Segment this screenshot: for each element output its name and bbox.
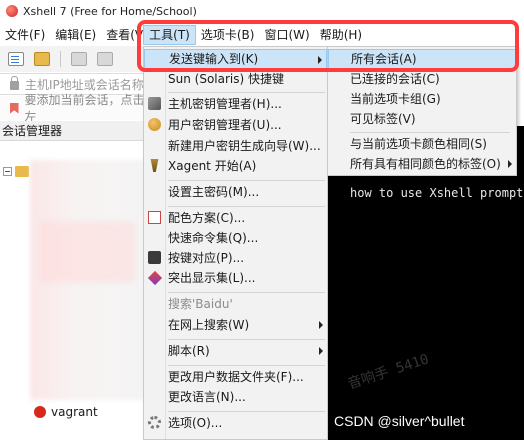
- toolbar-divider: [60, 51, 61, 67]
- menu-item-master-password[interactable]: 设置主密码(M)...: [144, 182, 327, 202]
- menu-item-label: 设置主密码(M)...: [168, 185, 260, 199]
- menu-tools[interactable]: 工具(T): [143, 25, 196, 45]
- menu-tabs[interactable]: 选项卡(B): [196, 25, 260, 45]
- highlighter-icon: [147, 270, 163, 286]
- submenu-item-connected-sessions[interactable]: 已连接的会话(C): [328, 69, 516, 89]
- user-key-icon: [148, 118, 161, 131]
- add-session-hint-bar: 要添加当前会话，点击左: [0, 93, 150, 124]
- session-item-vagrant[interactable]: vagrant: [34, 405, 98, 419]
- menu-item-options[interactable]: 选项(O)...: [144, 413, 327, 433]
- menu-item-search-web[interactable]: 在网上搜索(W): [144, 315, 327, 335]
- send-keys-submenu: 所有会话(A) 已连接的会话(C) 当前选项卡组(G) 可见标签(V) 与当前选…: [327, 46, 517, 176]
- menu-item-send-keys[interactable]: 发送键输入到(K): [144, 49, 327, 69]
- csdn-credit: CSDN @silver^bullet: [334, 413, 465, 429]
- menu-item-key-mapping[interactable]: 按键对应(P)...: [144, 248, 327, 268]
- menu-item-highlight-sets[interactable]: 突出显示集(L)...: [144, 268, 327, 288]
- menu-item-label: 在网上搜索(W): [168, 318, 250, 332]
- terminal-text: how to use Xshell prompt.: [350, 186, 524, 200]
- menu-item-quick-commands[interactable]: 快速命令集(Q)...: [144, 228, 327, 248]
- menu-item-label: 新建用户密钥生成向导(W)...: [168, 139, 321, 153]
- menu-separator: [168, 206, 325, 207]
- submenu-item-visible-tabs[interactable]: 可见标签(V): [328, 109, 516, 129]
- menu-item-host-key-manager[interactable]: 主机密钥管理者(H)...: [144, 94, 327, 114]
- submenu-arrow-icon: [318, 56, 322, 64]
- session-icon: [34, 406, 46, 418]
- copy-icon[interactable]: [97, 52, 113, 66]
- folder-icon: [15, 166, 29, 177]
- menu-item-color-scheme[interactable]: 配色方案(C)...: [144, 208, 327, 228]
- key-icon: [148, 97, 161, 110]
- open-folder-icon[interactable]: [34, 52, 50, 66]
- menu-item-label: Xagent 开始(A): [168, 159, 257, 173]
- menu-file[interactable]: 文件(F): [0, 25, 50, 45]
- menu-separator: [168, 92, 325, 93]
- menu-separator: [168, 365, 325, 366]
- menu-separator: [168, 411, 325, 412]
- collapse-icon[interactable]: [3, 167, 12, 176]
- watermark-text: 音响手 5410: [345, 351, 431, 393]
- menu-item-label: 快速命令集(Q)...: [168, 231, 259, 245]
- menu-separator: [168, 292, 325, 293]
- menu-item-search-baidu: 搜索'Baidu': [144, 294, 327, 314]
- submenu-arrow-icon: [319, 321, 323, 329]
- menu-separator: [168, 339, 325, 340]
- menu-item-label: 配色方案(C)...: [168, 211, 246, 225]
- session-manager-header: 会话管理器: [0, 121, 150, 141]
- menu-separator: [168, 180, 325, 181]
- menu-view[interactable]: 查看(V: [101, 25, 143, 45]
- menu-item-label: 脚本(R): [168, 344, 210, 358]
- color-scheme-icon: [148, 211, 161, 224]
- window-title: Xshell 7 (Free for Home/School): [23, 4, 197, 18]
- gear-icon: [148, 416, 161, 429]
- xshell-app-icon: [6, 5, 18, 17]
- menu-item-label: 主机密钥管理者(H)...: [168, 97, 282, 111]
- menu-item-user-key-manager[interactable]: 用户密钥管理者(U)...: [144, 115, 327, 135]
- session-item-label: vagrant: [51, 405, 98, 419]
- menu-edit[interactable]: 编辑(E): [50, 25, 101, 45]
- menu-separator: [350, 132, 510, 133]
- session-tree: vagrant: [0, 142, 148, 440]
- keyboard-icon: [148, 251, 161, 264]
- blurred-session-list-overlay: [40, 222, 135, 282]
- submenu-item-same-tab-color[interactable]: 与当前选项卡颜色相同(S): [328, 134, 516, 154]
- menu-item-change-data-folder[interactable]: 更改用户数据文件夹(F)...: [144, 367, 327, 387]
- menu-window[interactable]: 窗口(W): [259, 25, 314, 45]
- menu-item-change-language[interactable]: 更改语言(N)...: [144, 387, 327, 407]
- new-session-icon[interactable]: [8, 52, 24, 66]
- title-bar: Xshell 7 (Free for Home/School): [0, 0, 524, 22]
- submenu-item-current-tab-group[interactable]: 当前选项卡组(G): [328, 89, 516, 109]
- menu-item-label: 搜索'Baidu': [168, 297, 233, 311]
- toolbar: [0, 46, 150, 72]
- xagent-icon: [150, 159, 159, 172]
- menu-item-new-key-wizard[interactable]: 新建用户密钥生成向导(W)...: [144, 136, 327, 156]
- menu-item-label: 更改用户数据文件夹(F)...: [168, 370, 304, 384]
- submenu-arrow-icon: [319, 347, 323, 355]
- bookmark-icon[interactable]: [10, 102, 19, 114]
- menu-bar: 文件(F) 编辑(E) 查看(V 工具(T) 选项卡(B) 窗口(W) 帮助(H…: [0, 24, 524, 46]
- menu-item-label: 选项(O)...: [168, 416, 223, 430]
- submenu-item-same-color-tabs[interactable]: 所有具有相同颜色的标签(O): [328, 154, 516, 174]
- menu-item-sun-keys[interactable]: Sun (Solaris) 快捷键: [144, 69, 327, 89]
- lock-icon: [10, 76, 19, 90]
- link-icon[interactable]: [71, 52, 87, 66]
- menu-help[interactable]: 帮助(H): [315, 25, 367, 45]
- menu-item-label: Sun (Solaris) 快捷键: [168, 72, 284, 86]
- address-placeholder: 主机IP地址或会话名称: [25, 77, 144, 92]
- menu-item-scripts[interactable]: 脚本(R): [144, 341, 327, 361]
- menu-item-label: 按键对应(P)...: [168, 251, 245, 265]
- menu-item-label: 用户密钥管理者(U)...: [168, 118, 282, 132]
- tools-dropdown-menu: 发送键输入到(K) Sun (Solaris) 快捷键 主机密钥管理者(H)..…: [143, 46, 328, 440]
- menu-item-label: 所有具有相同颜色的标签(O): [350, 157, 501, 171]
- menu-item-label: 突出显示集(L)...: [168, 271, 256, 285]
- menu-item-label: 更改语言(N)...: [168, 390, 246, 404]
- menu-item-label: 发送键输入到(K): [169, 52, 259, 66]
- add-session-hint: 要添加当前会话，点击左: [24, 93, 145, 124]
- menu-item-xagent[interactable]: Xagent 开始(A): [144, 156, 327, 176]
- submenu-item-all-sessions[interactable]: 所有会话(A): [328, 49, 516, 69]
- submenu-arrow-icon: [508, 160, 512, 168]
